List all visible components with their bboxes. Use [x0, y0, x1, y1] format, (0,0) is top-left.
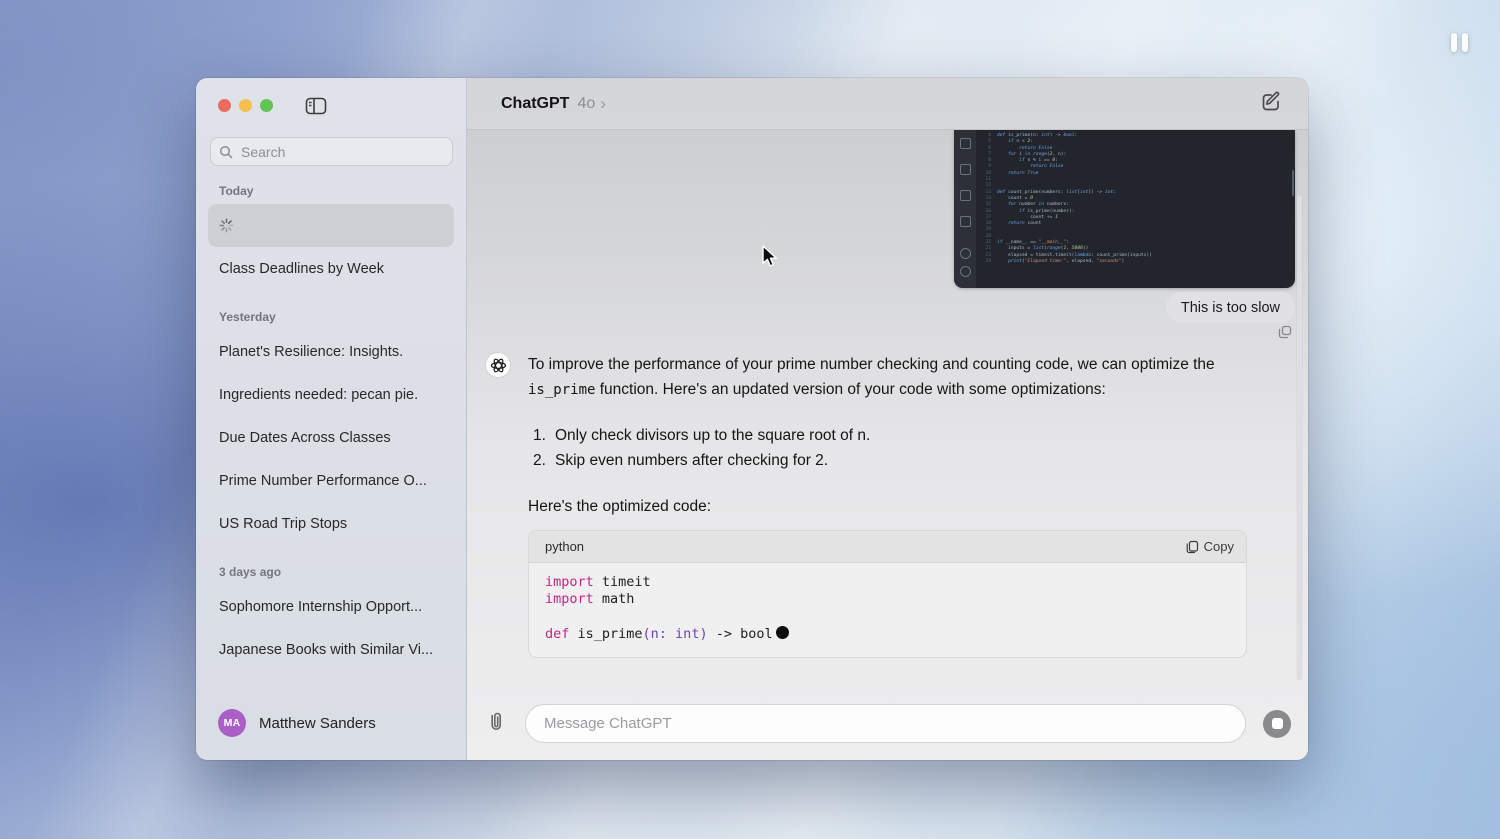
sidebar-item[interactable]: Class Deadlines by Week: [208, 247, 454, 290]
code-token: def: [545, 625, 570, 642]
minimize-window-button[interactable]: [239, 99, 252, 112]
sidebar-item[interactable]: Sophomore Internship Opport...: [208, 585, 454, 628]
streaming-cursor: [775, 626, 789, 640]
assistant-list-item: 2. Skip even numbers after checking for 2…: [533, 451, 829, 469]
attached-screenshot-image[interactable]: 4 def is_prime(n: int) -> bool: 5 if n < 2…: [954, 130, 1295, 288]
sidebar-item-loading[interactable]: [208, 204, 454, 247]
code-token: timeit: [593, 574, 651, 590]
copy-label: Copy: [1203, 539, 1234, 554]
code-token: is_prime: [569, 625, 643, 642]
sidebar-section-label: Today: [219, 184, 254, 198]
loading-spinner-icon: [219, 218, 234, 233]
composer: [467, 695, 1308, 760]
chat-header: ChatGPT 4o ›: [467, 78, 1308, 130]
code-token: (n: int): [642, 625, 708, 642]
editor-code-line: 24 print("Elapsed time:", elapsed, "seco…: [985, 258, 1125, 264]
code-token: import: [545, 591, 594, 608]
close-window-button[interactable]: [218, 99, 231, 112]
code-block-body: import timeit import math def is_prime(n…: [529, 563, 1246, 654]
traffic-lights: [218, 99, 273, 112]
sidebar-section-label: 3 days ago: [219, 565, 282, 579]
paragraph-text: To improve the performance of your prime…: [528, 356, 1215, 373]
inline-code: is_prime: [528, 382, 596, 398]
assistant-list: 1. Only check divisors up to the square r…: [533, 424, 870, 473]
copy-message-icon[interactable]: [1278, 325, 1292, 344]
chatgpt-window: Today Class Deadlines by Week Yesterday Pla…: [196, 78, 1308, 760]
user-message-bubble: This is too slow: [1165, 292, 1295, 323]
app-title: ChatGPT: [501, 94, 570, 112]
chevron-right-icon[interactable]: ›: [600, 95, 606, 112]
openai-logo-icon: [490, 358, 506, 372]
assistant-paragraph: To improve the performance of your prime…: [528, 352, 1228, 403]
assistant-avatar: [485, 352, 511, 378]
chat-content: 4 def is_prime(n: int) -> bool: 5 if n < 2…: [467, 130, 1308, 695]
sidebar-item[interactable]: US Road Trip Stops: [208, 502, 454, 545]
sidebar-item[interactable]: Prime Number Performance O...: [208, 459, 454, 502]
user-name: Matthew Sanders: [259, 714, 376, 732]
assistant-paragraph-2: Here's the optimized code:: [528, 498, 712, 515]
assistant-list-item: 1. Only check divisors up to the square r…: [533, 427, 871, 444]
sidebar: Today Class Deadlines by Week Yesterday Pla…: [196, 78, 467, 760]
new-chat-icon[interactable]: [1260, 90, 1282, 117]
editor-scrollbar: [1292, 170, 1294, 196]
sidebar-toggle-icon[interactable]: [305, 96, 327, 116]
sidebar-item[interactable]: Planet's Resilience: Insights.: [208, 330, 454, 373]
code-language-label: python: [545, 539, 585, 554]
search-input[interactable]: [239, 142, 444, 161]
paragraph-text: function. Here's an updated version of y…: [595, 381, 1106, 398]
sidebar-item[interactable]: Japanese Books with Similar Vi...: [208, 628, 454, 671]
desktop: Today Class Deadlines by Week Yesterday Pla…: [0, 0, 1500, 839]
clipboard-icon: [1186, 540, 1198, 553]
scrollbar-thumb[interactable]: [1297, 195, 1302, 680]
model-label[interactable]: 4o: [577, 95, 595, 113]
search-field[interactable]: [210, 137, 453, 166]
code-block: python Copy import timeit import math de…: [528, 530, 1247, 658]
code-token: math: [593, 591, 635, 608]
editor-code-lines: 4 def is_prime(n: int) -> bool: 5 if n < 2…: [976, 133, 1291, 265]
avatar: MA: [218, 709, 246, 737]
sidebar-account[interactable]: MA Matthew Sanders: [218, 709, 376, 737]
code-token: -> bool: [707, 625, 773, 642]
recording-pause-icon[interactable]: [1451, 33, 1468, 52]
code-token: import: [545, 574, 594, 590]
message-input-field[interactable]: [525, 704, 1246, 743]
message-input[interactable]: [542, 714, 1229, 733]
sidebar-section-label: Yesterday: [219, 310, 276, 324]
stop-icon: [1271, 718, 1283, 729]
sidebar-item[interactable]: Due Dates Across Classes: [208, 416, 454, 459]
stop-generating-button[interactable]: [1263, 709, 1291, 738]
code-block-header: python Copy: [529, 531, 1246, 563]
copy-code-button[interactable]: Copy: [1186, 539, 1234, 554]
main-panel: ChatGPT 4o › 4 def is_prime(n: int) -> b…: [467, 78, 1308, 760]
sidebar-item[interactable]: Ingredients needed: pecan pie.: [208, 373, 454, 416]
search-icon: [219, 145, 233, 158]
attach-file-icon[interactable]: [487, 711, 505, 737]
zoom-window-button[interactable]: [260, 99, 273, 112]
editor-activity-bar: [954, 130, 976, 288]
sidebar-conversation-list: Today Class Deadlines by Week Yesterday Pla…: [208, 178, 454, 671]
